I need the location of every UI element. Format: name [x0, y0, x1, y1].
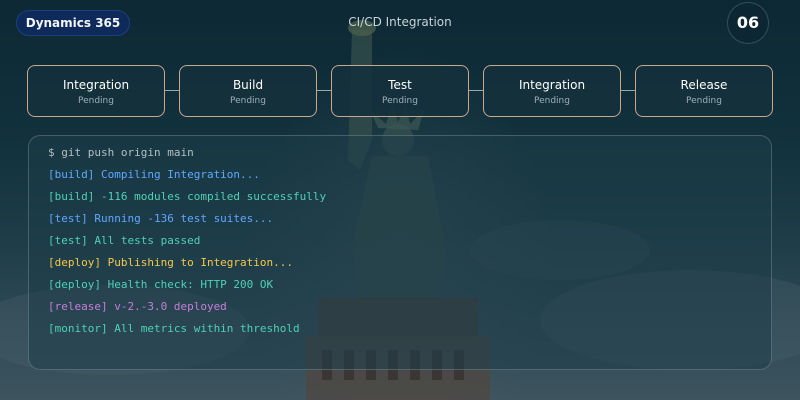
terminal-panel[interactable]: $ git push origin main [build] Compiling…: [28, 135, 772, 370]
pipeline-stages: Integration Pending Build Pending Test P…: [27, 65, 773, 117]
stage-connector: [469, 90, 483, 91]
pipeline-stage-release[interactable]: Release Pending: [635, 65, 773, 117]
stage-name: Build: [232, 78, 264, 92]
stage-status: Pending: [534, 96, 570, 106]
stage-name: Integration: [62, 78, 130, 92]
terminal-line-release: [release] v-2.-3.0 deployed: [48, 300, 227, 313]
page-title: CI/CD Integration: [348, 15, 452, 29]
terminal-line-deploy: [deploy] Health check: HTTP 200 OK: [48, 278, 274, 291]
pipeline-stage-integration-2[interactable]: Integration Pending: [483, 65, 621, 117]
terminal-line-test: [test] Running -136 test suites...: [48, 212, 274, 225]
stage-status: Pending: [382, 96, 418, 106]
terminal-line-test: [test] All tests passed: [48, 234, 201, 247]
terminal-output: $ git push origin main [build] Compiling…: [48, 145, 326, 343]
terminal-line-deploy: [deploy] Publishing to Integration...: [48, 256, 294, 269]
stage-connector: [165, 90, 179, 91]
stage-status: Pending: [686, 96, 722, 106]
pipeline-stage-integration[interactable]: Integration Pending: [27, 65, 165, 117]
page-number-badge: 06: [727, 2, 769, 44]
terminal-line-build: [build] -116 modules compiled successful…: [48, 190, 327, 203]
terminal-line-build: [build] Compiling Integration...: [48, 168, 260, 181]
top-bar: Dynamics 365 CI/CD Integration 06: [0, 0, 800, 46]
stage-name: Release: [680, 78, 728, 92]
stage-connector: [317, 90, 331, 91]
stage-connector: [621, 90, 635, 91]
stage-name: Test: [388, 78, 412, 92]
stage-name: Integration: [518, 78, 586, 92]
terminal-line-monitor: [monitor] All metrics within threshold: [48, 322, 300, 335]
stage-status: Pending: [230, 96, 266, 106]
pipeline-stage-build[interactable]: Build Pending: [179, 65, 317, 117]
pipeline-stage-test[interactable]: Test Pending: [331, 65, 469, 117]
stage-status: Pending: [78, 96, 114, 106]
terminal-line-command: $ git push origin main: [48, 146, 194, 159]
